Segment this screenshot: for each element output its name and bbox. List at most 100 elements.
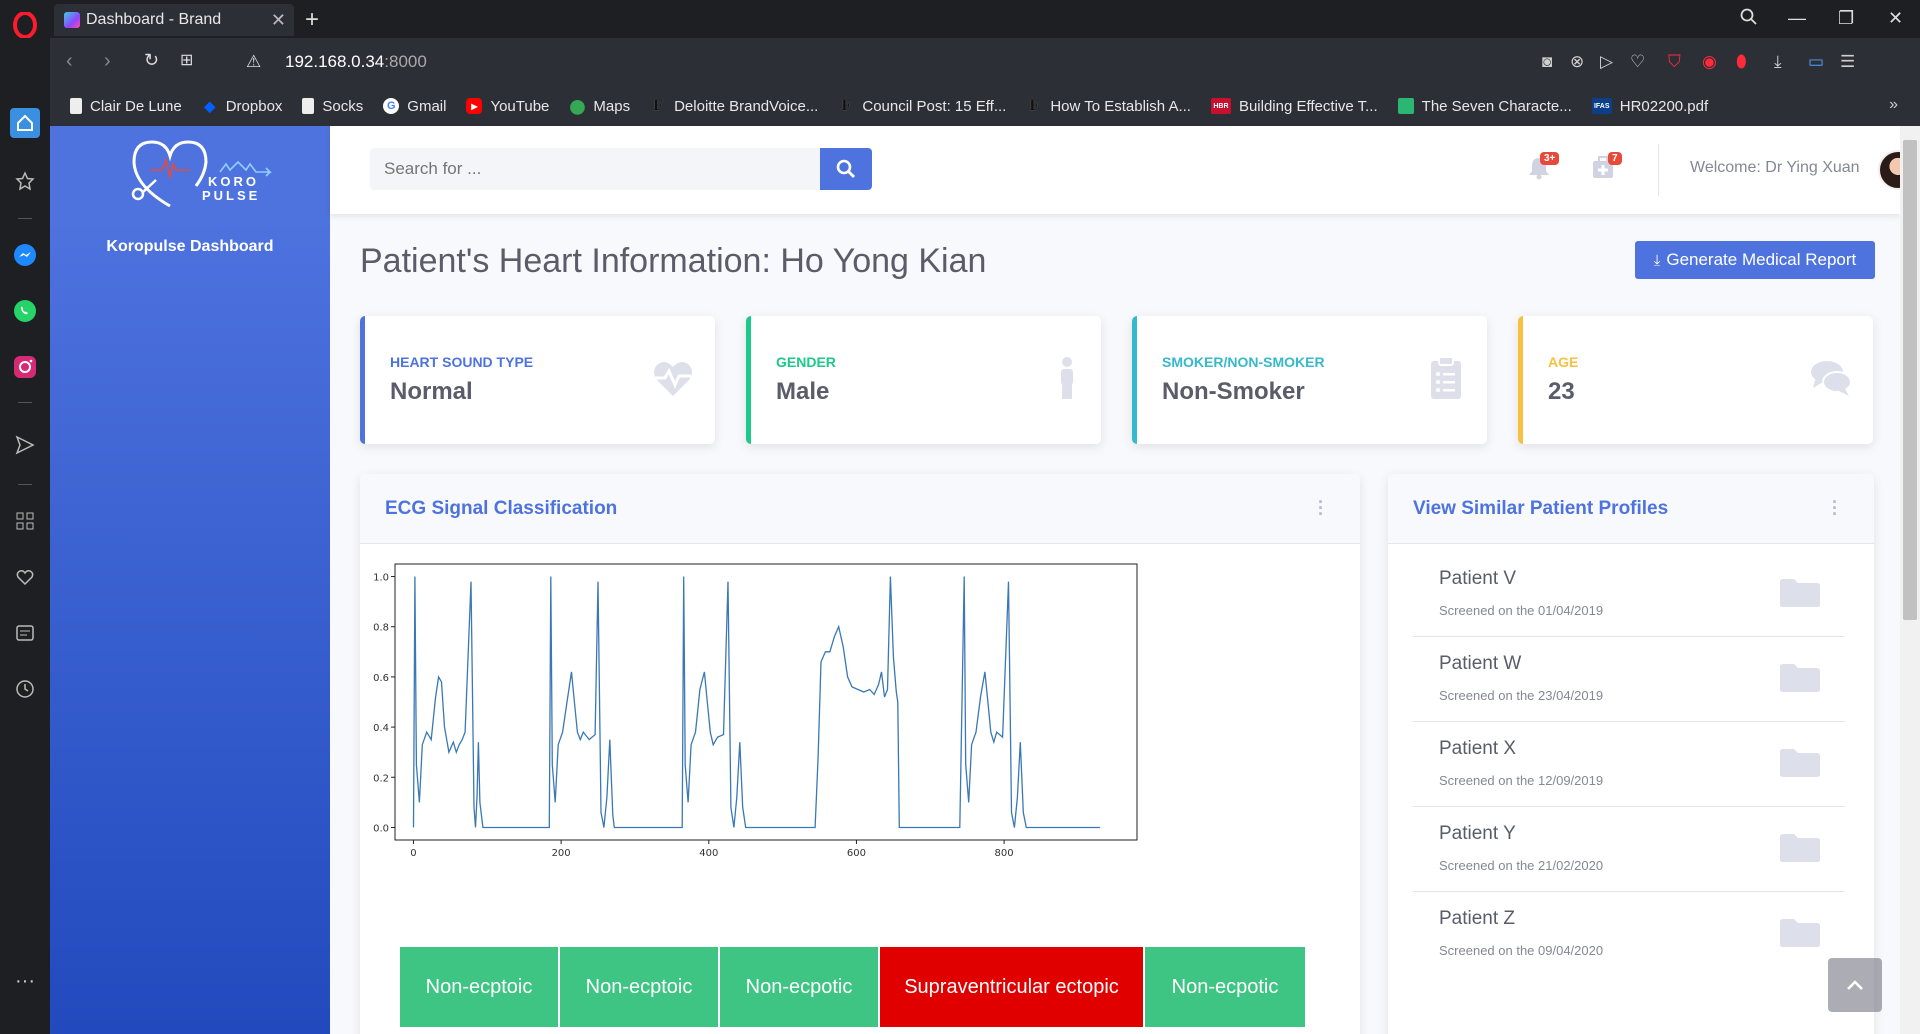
history-icon[interactable] <box>10 674 40 704</box>
not-secure-icon[interactable]: ⚠ <box>246 52 261 72</box>
star-icon[interactable] <box>10 166 40 196</box>
speed-dial-icon[interactable] <box>10 506 40 536</box>
bookmark-item[interactable]: ▶ YouTube <box>466 98 549 115</box>
classification-label: Non-ecpotic <box>1171 975 1279 998</box>
bookmark-item[interactable]: IFAS HR02200.pdf <box>1591 98 1708 115</box>
patient-item[interactable]: Patient Y Screened on the 21/02/2020 <box>1413 807 1845 892</box>
bookmark-item[interactable]: ◆ Dropbox <box>202 97 282 115</box>
patient-screen-date: Screened on the 23/04/2019 <box>1439 688 1604 703</box>
whatsapp-icon[interactable] <box>10 296 40 326</box>
forward-icon[interactable]: › <box>104 50 111 73</box>
scrollbar-thumb[interactable] <box>1903 140 1917 620</box>
y-tick-label: 0.4 <box>373 723 389 734</box>
search-icon <box>836 159 855 178</box>
scroll-to-top-button[interactable] <box>1828 958 1882 1012</box>
y-tick-label: 0.6 <box>373 673 389 684</box>
card-smoker: SMOKER/NON-SMOKER Non-Smoker <box>1132 316 1487 444</box>
bookmark-item[interactable]: HBR Building Effective T... <box>1210 98 1378 115</box>
bookmark-item[interactable]: ⬤ Maps <box>569 97 631 115</box>
classification-label: Supraventricular ectopic <box>904 975 1119 998</box>
heart-icon[interactable] <box>10 562 40 592</box>
snapshot-icon[interactable]: ◙ <box>1542 52 1552 72</box>
bookmarks-more-icon[interactable]: » <box>1889 96 1898 114</box>
tab-dashboard[interactable]: Dashboard - Brand ✕ <box>54 4 294 36</box>
close-window-icon[interactable]: ✕ <box>1888 8 1903 29</box>
close-tab-icon[interactable]: ✕ <box>271 10 286 31</box>
url-field[interactable]: 192.168.0.34:8000 <box>285 52 427 72</box>
speed-dial-tab-icon[interactable]: ⊞ <box>180 50 193 70</box>
bookmark-item[interactable]: Socks <box>302 98 363 115</box>
koropulse-logo[interactable]: KORO PULSE <box>110 134 280 214</box>
patient-item[interactable]: Patient W Screened on the 23/04/2019 <box>1413 637 1845 722</box>
maps-icon: ⬤ <box>569 97 586 114</box>
classification-segment[interactable]: Non-ecptoic <box>560 947 720 1027</box>
alerts-button[interactable]: 3+ <box>1528 152 1560 180</box>
send-page-icon[interactable]: ▷ <box>1600 52 1613 72</box>
ecg-panel-title: ECG Signal Classification <box>385 498 618 519</box>
patient-name: Patient W <box>1439 653 1522 674</box>
minimize-icon[interactable]: — <box>1788 8 1806 29</box>
new-tab-icon[interactable]: + <box>305 6 319 34</box>
card-label: HEART SOUND TYPE <box>390 354 534 370</box>
classification-segment[interactable]: Non-ecpotic <box>1145 947 1307 1027</box>
search-tabs-icon[interactable] <box>1740 8 1758 31</box>
dropbox-icon: ◆ <box>204 97 216 114</box>
generate-report-button[interactable]: ⤓ Generate Medical Report <box>1635 241 1875 279</box>
folder-icon <box>1780 579 1820 607</box>
opera-logo-icon[interactable] <box>12 12 38 38</box>
reload-icon[interactable]: ↻ <box>144 50 159 71</box>
patient-item[interactable]: Patient Z Screened on the 09/04/2020 <box>1413 892 1845 977</box>
card-gender: GENDER Male <box>746 316 1101 444</box>
sidebar-brand-title[interactable]: Koropulse Dashboard <box>50 238 330 256</box>
search-button[interactable] <box>820 148 872 190</box>
url-host: 192.168.0.34 <box>285 52 385 71</box>
generate-report-label: Generate Medical Report <box>1666 250 1857 269</box>
restore-icon[interactable]: ❐ <box>1838 8 1854 29</box>
more-icon[interactable]: ··· <box>10 966 40 996</box>
instagram-icon[interactable] <box>10 352 40 382</box>
messenger-icon[interactable] <box>10 240 40 270</box>
messages-button[interactable]: 7 <box>1592 152 1622 180</box>
y-tick-label: 0.0 <box>373 823 389 834</box>
classification-segment[interactable]: Non-ecptoic <box>400 947 560 1027</box>
lock-extension-icon[interactable]: ⬮ <box>1736 52 1747 72</box>
patient-screen-date: Screened on the 01/04/2019 <box>1439 603 1604 618</box>
folder-icon <box>1780 749 1820 777</box>
sidebar: KORO PULSE Koropulse Dashboard <box>50 126 330 1034</box>
classification-segment[interactable]: Supraventricular ectopic <box>880 947 1145 1027</box>
patient-item[interactable]: Patient V Screened on the 01/04/2019 <box>1413 552 1845 637</box>
bookmark-item[interactable]: The Seven Characte... <box>1397 97 1572 115</box>
favorite-icon[interactable]: ♡ <box>1630 52 1645 72</box>
youtube-icon: ▶ <box>466 98 483 114</box>
classification-segment[interactable]: Non-ecpotic <box>720 947 880 1027</box>
kebab-menu-icon[interactable]: · · · <box>1318 493 1324 523</box>
rail-divider <box>18 218 32 219</box>
bookmark-item[interactable]: F How To Establish A... <box>1026 97 1191 115</box>
block-icon[interactable]: ⊗ <box>1570 52 1584 72</box>
vpn-shield-icon[interactable]: ⛉ <box>1668 52 1681 72</box>
back-icon[interactable]: ‹ <box>66 50 73 73</box>
classification-row: Non-ecptoic Non-ecptoic Non-ecpotic Suprave… <box>400 947 1307 1027</box>
bookmark-label: Maps <box>593 97 631 115</box>
patient-item[interactable]: Patient X Screened on the 12/09/2019 <box>1413 722 1845 807</box>
download-icon[interactable]: ⤓ <box>1774 52 1782 72</box>
easy-setup-icon[interactable]: ☰ <box>1840 52 1855 72</box>
welcome-text[interactable]: Welcome: Dr Ying Xuan <box>1690 159 1860 177</box>
wifi-icon[interactable]: ◉ <box>1702 52 1717 72</box>
bookmark-item[interactable]: G Gmail <box>383 98 446 115</box>
x-tick-label: 800 <box>995 848 1014 859</box>
home-icon[interactable] <box>10 108 40 138</box>
logo-text-pulse: PULSE <box>202 188 260 203</box>
battery-icon[interactable]: ▭ <box>1808 52 1824 72</box>
kebab-menu-icon[interactable]: · · · <box>1832 493 1838 523</box>
news-icon[interactable] <box>10 618 40 648</box>
bookmark-item[interactable]: F Deloitte BrandVoice... <box>650 97 818 115</box>
bookmark-item[interactable]: Clair De Lune <box>70 98 182 115</box>
ifas-icon: IFAS <box>1591 98 1612 114</box>
bookmark-label: The Seven Characte... <box>1421 97 1572 115</box>
search-input[interactable] <box>370 148 820 190</box>
send-icon[interactable] <box>10 430 40 460</box>
bookmark-label: Clair De Lune <box>90 97 182 115</box>
page-scrollbar[interactable] <box>1900 126 1920 1034</box>
bookmark-item[interactable]: F Council Post: 15 Eff... <box>838 97 1006 115</box>
